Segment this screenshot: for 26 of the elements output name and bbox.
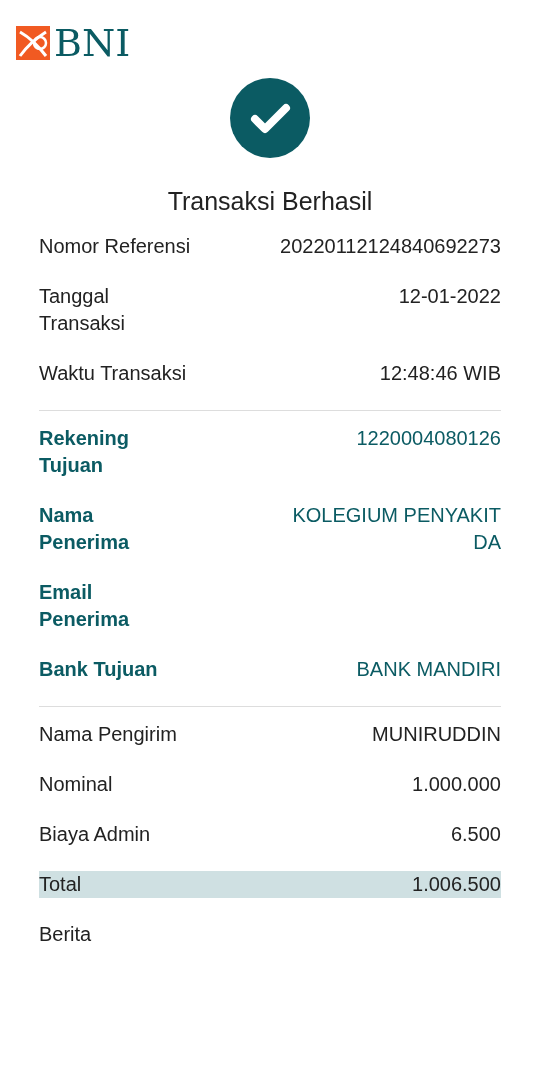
field-value: 12:48:46 WIB xyxy=(378,360,501,386)
field-label: Total xyxy=(39,871,83,897)
field-label: Nomor Referensi xyxy=(39,233,192,259)
field-label: Nama Penerima xyxy=(39,502,131,555)
field-label: Waktu Transaksi xyxy=(39,360,188,386)
field-value: MUNIRUDDIN xyxy=(371,721,501,747)
field-value: 6.500 xyxy=(449,821,501,847)
page-title: Transaksi Berhasil xyxy=(167,186,373,217)
field-label: Biaya Admin xyxy=(39,821,152,847)
checkmark-icon xyxy=(230,78,310,158)
logo-text: BNI xyxy=(54,24,131,62)
field-value: 12-01-2022 xyxy=(397,283,501,309)
logo-icon xyxy=(16,26,50,60)
field-value: 1.000.000 xyxy=(411,771,501,797)
field-value: KOLEGIUM PENYAKIT DA xyxy=(291,502,501,555)
field-value: 1.006.500 xyxy=(411,871,501,897)
field-label: Bank Tujuan xyxy=(39,656,159,682)
field-label: Berita xyxy=(39,921,93,947)
field-label: Nominal xyxy=(39,771,114,797)
field-value: 20220112124840692273 xyxy=(279,233,501,259)
field-label: Tanggal Transaksi xyxy=(39,283,126,336)
field-value: BANK MANDIRI xyxy=(355,656,501,682)
field-value: 1220004080126 xyxy=(355,425,501,451)
field-label: Rekening Tujuan xyxy=(39,425,131,478)
field-label: Email Penerima xyxy=(39,579,131,632)
field-label: Nama Pengirim xyxy=(39,721,178,747)
